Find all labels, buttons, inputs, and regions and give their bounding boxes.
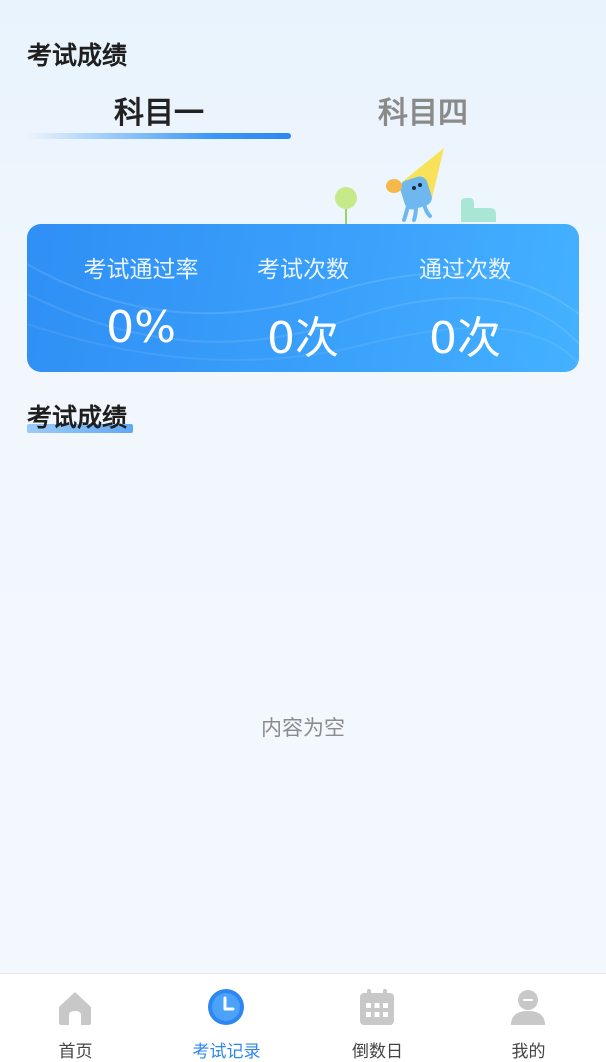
stat-pass-rate: 考试通过率 0% bbox=[49, 250, 233, 353]
stat-label: 考试通过率 bbox=[83, 257, 199, 283]
home-icon bbox=[59, 992, 91, 1025]
stat-pass-count: 通过次数 0次 bbox=[373, 250, 557, 366]
tabbar-label: 考试记录 bbox=[192, 1042, 261, 1062]
stat-label: 通过次数 bbox=[419, 257, 511, 283]
stat-value: 0% bbox=[106, 302, 176, 353]
mascot-illustration bbox=[335, 148, 496, 224]
empty-state-text: 内容为空 bbox=[261, 716, 345, 740]
tab-subject-four[interactable]: 科目四 bbox=[291, 88, 555, 132]
page-title: 考试成绩 bbox=[27, 41, 128, 70]
tab-subject-one[interactable]: 科目一 bbox=[27, 88, 291, 132]
stat-value: 0次 bbox=[267, 313, 339, 364]
tabbar-label: 首页 bbox=[58, 1042, 93, 1062]
tabbar-item-mine[interactable]: 我的 bbox=[453, 974, 604, 1062]
tabbar-label: 倒数日 bbox=[352, 1042, 403, 1062]
stat-exam-count: 考试次数 0次 bbox=[211, 250, 395, 366]
subject-tabs: 科目一 科目四 bbox=[27, 88, 557, 142]
user-icon bbox=[511, 990, 545, 1025]
stat-label: 考试次数 bbox=[257, 257, 349, 283]
clock-icon bbox=[208, 989, 244, 1025]
stats-card: 考试通过率 0% 考试次数 0次 通过次数 0次 bbox=[27, 224, 579, 372]
tabbar-item-countdown[interactable]: 倒数日 bbox=[302, 974, 453, 1062]
tabbar-item-home[interactable]: 首页 bbox=[0, 974, 151, 1062]
tabbar-item-exam-records[interactable]: 考试记录 bbox=[151, 974, 302, 1062]
calendar-icon bbox=[360, 989, 394, 1025]
bottom-tab-bar: 首页 考试记录 倒数日 我的 bbox=[0, 973, 606, 1062]
stat-value: 0次 bbox=[429, 313, 501, 364]
tabbar-label: 我的 bbox=[511, 1042, 546, 1062]
active-tab-indicator bbox=[27, 133, 291, 139]
section-title: 考试成绩 bbox=[27, 403, 128, 432]
